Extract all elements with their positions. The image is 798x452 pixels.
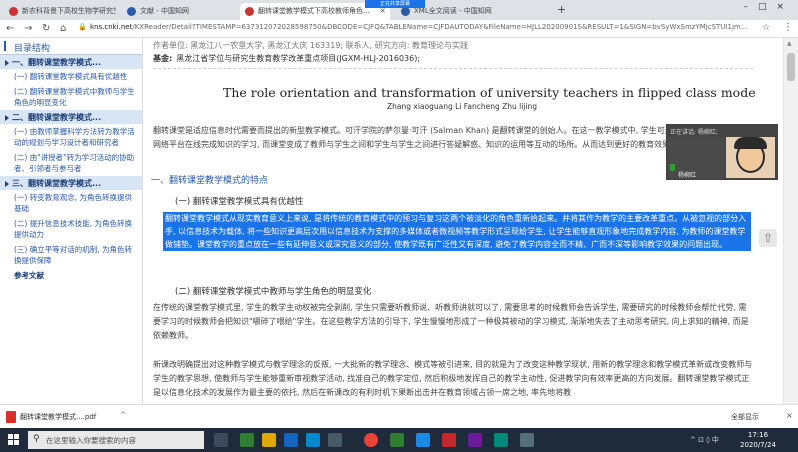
section-heading-1[interactable]: 一、翻转课堂教学模式的特点 [151,173,268,186]
app-icon[interactable] [494,433,508,447]
selected-paragraph[interactable]: 翻转课堂教学模式从现实教育意义上来说, 是将传统的教育模式中的预习与复习这两个被… [163,212,751,251]
app-icon[interactable] [416,433,430,447]
page-scrollbar[interactable]: ▲ [783,38,798,404]
window-controls[interactable]: –□× [743,2,794,12]
tab-1[interactable]: 新农科背景下高校生物学研究生... [4,3,116,20]
toc-sidebar: 目录结构 一、翻转课堂教学模式... (一) 翻转课堂教学模式具有优越性 (二)… [0,38,143,404]
screen-share-banner: 正在共享屏幕 [365,0,425,8]
divider [153,68,753,69]
windows-start-icon[interactable] [8,434,20,446]
address-bar[interactable]: 🔒 kns.cnki.net/KXReader/Detail?TIMESTAMP… [78,23,758,36]
toc-sub-3-2[interactable]: (二) 提升信息技术技能, 为角色转换提供动力 [0,216,142,242]
article-area: 作者单位: 黑龙江八一农垦大学, 黑龙江大庆 163319; 联系人, 研究方向… [143,38,783,404]
participant-camera [726,137,775,178]
browser-tab-bar: 新农科背景下高校生物学研究生... 文献 - 中国知网 翻转课堂教学模式下高校教… [0,0,798,20]
app-icon[interactable] [284,433,298,447]
paragraph-2: 在传统的课堂教学模式里, 学生的教学主动权被完全剥削, 学生只需要听教师说、听教… [153,303,749,340]
toc-sub-2-2[interactable]: (二) 由"讲授者"转为学习活动的协助者、引领者与参与者 [0,150,142,176]
toc-references[interactable]: 参考文献 [0,268,142,283]
cnki-favicon-icon [245,7,254,16]
show-all-downloads-button[interactable]: 全部显示 [731,412,759,422]
close-download-bar-icon[interactable]: × [786,411,793,420]
subheading-1: (一) 翻转课堂教学模式具有优越性 [175,197,304,207]
cnki-favicon-icon [401,7,410,16]
toc-sub-3-3[interactable]: (三) 确立平等对话的机制, 为角色转换提供保障 [0,242,142,268]
english-title: The role orientation and transformation … [223,85,756,100]
address-row: ← → ↻ ⌂ 🔒 kns.cnki.net/KXReader/Detail?T… [0,20,798,38]
toc-section-3[interactable]: 三、翻转课堂教学模式... [0,176,142,190]
toc-section-1[interactable]: 一、翻转课堂教学模式... [0,55,142,69]
chrome-icon[interactable] [364,433,378,447]
scroll-thumb[interactable] [787,53,795,81]
video-call-overlay[interactable]: 正在讲话: 杨柳红; 杨柳红 [666,124,778,180]
home-icon[interactable]: ⌂ [60,23,66,34]
speaking-indicator: 正在讲话: 杨柳红; [670,129,718,136]
screen: 新农科背景下高校生物学研究生... 文献 - 中国知网 翻转课堂教学模式下高校教… [0,0,798,452]
toc-sub-1-1[interactable]: (一) 翻转课堂教学模式具有优越性 [0,69,142,84]
toc-section-2[interactable]: 二、翻转课堂教学模式... [0,110,142,124]
windows-taskbar: ⚲ 在这里输入你要搜索的内容 ^ ⊡ ◊ 中 17:16 2020/7/24 [0,428,798,452]
fund-line: 基金: 黑龙江省学位与研究生教育教学改革重点项目(JGXM-HLJ-2016036… [153,54,421,63]
paragraph-3: 新课改明确提出对这种教学模式与教学理念的反叛, 一大批新的教学理念、模式等被引进… [153,360,753,397]
app-icon[interactable] [442,433,456,447]
toc-title: 目录结构 [0,38,142,55]
scroll-up-icon[interactable]: ▲ [787,40,792,47]
taskbar-search-input[interactable]: ⚲ 在这里输入你要搜索的内容 [28,431,204,449]
download-item[interactable]: 翻转课堂教学模式....pdf ^ [6,409,126,425]
english-authors: Zhang xiaoguang Li Fancheng Zhu lijing [387,102,537,111]
app-icon[interactable] [240,433,254,447]
intro-paragraph: 翻转课堂是适应信息时代需要而提出的新型教学模式。可汗学院的萨尔曼·可汗 (Sal… [153,126,681,149]
bookmark-star-icon[interactable]: ☆ [762,23,770,33]
app-icon[interactable] [328,433,342,447]
lock-icon: 🔒 [78,23,87,31]
reload-icon[interactable]: ↻ [42,23,50,34]
browser-menu-icon[interactable]: ⋮ [783,22,793,33]
app-icon[interactable] [520,433,534,447]
author-affiliation: 作者单位: 黑龙江八一农垦大学, 黑龙江大庆 163319; 联系人, 研究方向… [153,41,468,50]
back-icon[interactable]: ← [6,23,14,34]
search-icon: ⚲ [33,434,40,444]
taskbar-clock[interactable]: 17:16 2020/7/24 [740,430,776,450]
new-tab-icon[interactable]: + [557,3,566,16]
subheading-2: (二) 翻转课堂教学模式中教师与学生角色的明显变化 [175,287,372,297]
file-explorer-icon[interactable] [262,433,276,447]
task-view-icon[interactable] [214,433,228,447]
participant-name: 杨柳红 [678,172,697,179]
toc-sub-1-2[interactable]: (二) 翻转课堂教学模式中教师与学生角色的明显变化 [0,84,142,110]
edge-icon[interactable] [306,433,320,447]
app-icon[interactable] [468,433,482,447]
wechat-icon[interactable] [390,433,404,447]
tab-2[interactable]: 文献 - 中国知网 [122,3,234,20]
pdf-file-icon [6,411,16,423]
toc-sub-2-1[interactable]: (一) 由教师掌握科学方法转为教学活动的规划与学习设计者和研究者 [0,124,142,150]
mic-icon [670,164,675,171]
back-to-top-button[interactable]: ⇧ [759,229,777,247]
download-bar: 翻转课堂教学模式....pdf ^ 全部显示 × [0,404,798,428]
cnki-favicon-icon [127,7,136,16]
forward-icon[interactable]: → [24,23,32,34]
chevron-up-icon[interactable]: ^ [120,411,126,419]
cnki-favicon-icon [9,7,18,16]
system-tray[interactable]: ^ ⊡ ◊ 中 [690,435,719,445]
toc-sub-3-1[interactable]: (一) 转变教育观念, 为角色转换提供基础 [0,190,142,216]
